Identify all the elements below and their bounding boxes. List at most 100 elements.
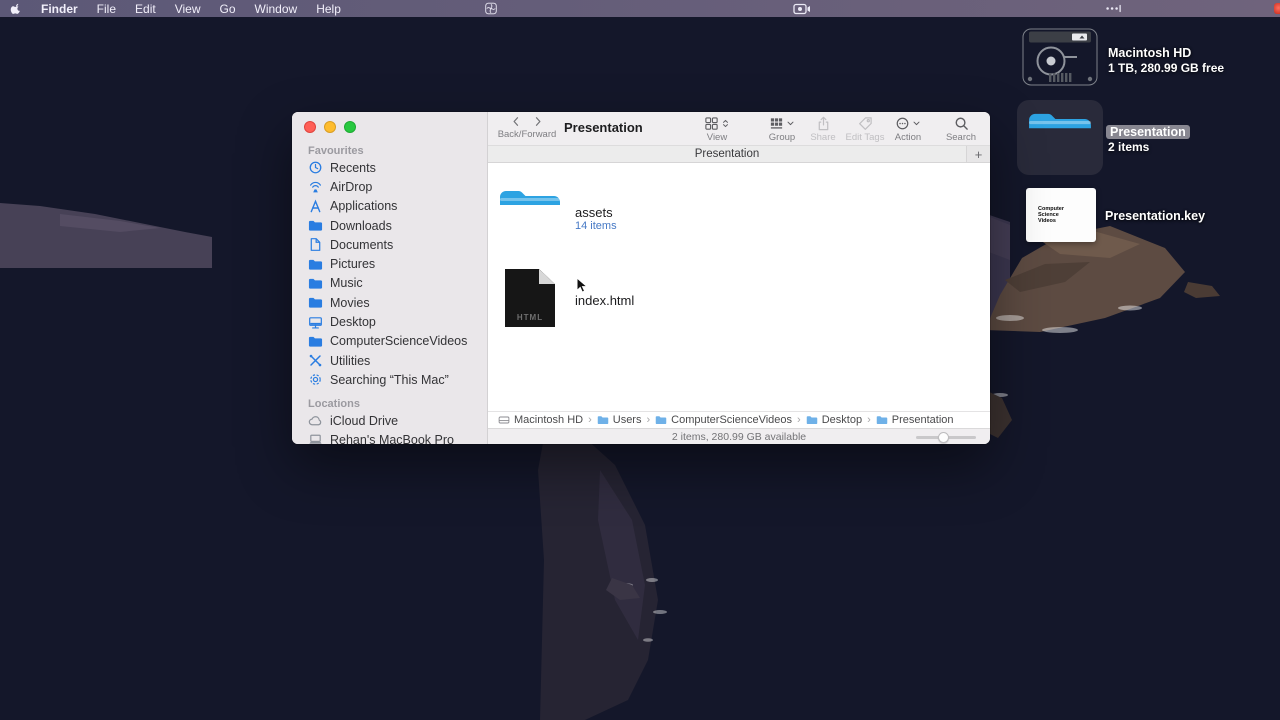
- sidebar-section-locations: Locations: [308, 398, 360, 410]
- utilities-icon: [308, 353, 323, 368]
- status-bar: 2 items, 280.99 GB available: [488, 428, 990, 444]
- group-label: Group: [768, 132, 796, 143]
- back-button[interactable]: [510, 115, 522, 128]
- sidebar-item-label: Rehan's MacBook Pro: [330, 432, 454, 444]
- sidebar-item-applications[interactable]: Applications: [300, 197, 483, 216]
- status-text: 2 items, 280.99 GB available: [671, 431, 807, 443]
- red-app-menu-icon[interactable]: [1273, 3, 1280, 14]
- sidebar-item-label: Searching “This Mac”: [330, 372, 449, 387]
- menu-help[interactable]: Help: [316, 2, 341, 16]
- tag-icon: [858, 116, 873, 131]
- presentation-folder-label[interactable]: Presentation: [1106, 125, 1190, 139]
- menu-window[interactable]: Window: [255, 2, 298, 16]
- tab-bar: Presentation +: [488, 146, 990, 163]
- window-title: Presentation: [564, 120, 643, 135]
- close-button[interactable]: [304, 121, 316, 133]
- zoom-button[interactable]: [344, 121, 356, 133]
- finder-toolbar: Back/Forward Presentation View Group Sha…: [488, 112, 990, 146]
- document-icon: [308, 237, 323, 252]
- sidebar-item-utilities[interactable]: Utilities: [300, 351, 483, 370]
- path-segment-macintosh-hd[interactable]: Macintosh HD: [514, 414, 583, 426]
- menu-file[interactable]: File: [97, 2, 116, 16]
- path-segment-users[interactable]: Users: [613, 414, 642, 426]
- share-label: Share: [810, 132, 836, 143]
- sidebar-item-label: ComputerScienceVideos: [330, 334, 468, 349]
- screen-record-icon[interactable]: [652, 3, 952, 15]
- zoom-slider[interactable]: [916, 432, 976, 443]
- folder-icon: [308, 218, 323, 233]
- sidebar-item-label: Applications: [330, 199, 398, 214]
- laptop-icon: [308, 432, 323, 444]
- index-html-file-icon[interactable]: HTML: [505, 269, 555, 327]
- sidebar-item-icloud-drive[interactable]: iCloud Drive: [300, 411, 483, 430]
- folder-icon: [308, 276, 323, 291]
- input-dots-icon[interactable]: [963, 4, 1263, 13]
- sidebar-item-airdrop[interactable]: AirDrop: [300, 177, 483, 196]
- sidebar-item-label: Pictures: [330, 257, 376, 272]
- menu-edit[interactable]: Edit: [135, 2, 156, 16]
- sidebar-item-rehans-macbook-pro[interactable]: Rehan's MacBook Pro: [300, 430, 483, 444]
- macintosh-hd-icon[interactable]: [1022, 28, 1098, 86]
- presentation-folder-icon[interactable]: [1027, 109, 1093, 164]
- share-icon: [816, 116, 831, 131]
- sidebar-item-label: iCloud Drive: [330, 413, 399, 428]
- sidebar-item-computersciencevideos[interactable]: ComputerScienceVideos: [300, 332, 483, 351]
- path-separator: ›: [646, 414, 651, 426]
- assets-folder-icon[interactable]: [498, 187, 562, 239]
- folder-icon: [308, 334, 323, 349]
- folder-icon: [308, 257, 323, 272]
- desktop-icon: [308, 315, 323, 330]
- new-tab-button[interactable]: +: [966, 146, 990, 162]
- group-grid-icon: [769, 116, 784, 131]
- sidebar-item-pictures[interactable]: Pictures: [300, 254, 483, 273]
- path-segment-computersciencevideos[interactable]: ComputerScienceVideos: [671, 414, 792, 426]
- sidebar-item-documents[interactable]: Documents: [300, 235, 483, 254]
- pinwheel-menu-icon[interactable]: [341, 2, 641, 15]
- sidebar-item-label: Downloads: [330, 218, 392, 233]
- search-label: Search: [945, 132, 977, 143]
- path-segment-desktop[interactable]: Desktop: [822, 414, 862, 426]
- sidebar-item-music[interactable]: Music: [300, 274, 483, 293]
- action-button[interactable]: Action: [886, 115, 930, 143]
- assets-folder-info: 14 items: [575, 220, 617, 232]
- menu-go[interactable]: Go: [220, 2, 236, 16]
- sidebar-item-searching-this-mac[interactable]: Searching “This Mac”: [300, 370, 483, 389]
- keynote-thumbnail-text: Computer Science Videos: [1038, 206, 1064, 224]
- path-segment-presentation[interactable]: Presentation: [892, 414, 954, 426]
- menu-finder[interactable]: Finder: [41, 2, 78, 16]
- search-button[interactable]: Search: [940, 115, 982, 143]
- assets-folder-label[interactable]: assets: [575, 205, 613, 220]
- apple-icon: [10, 2, 22, 16]
- sidebar-section-favourites: Favourites: [308, 145, 364, 157]
- path-bar: Macintosh HD › Users › ComputerScienceVi…: [488, 411, 990, 428]
- forward-button[interactable]: [532, 115, 544, 128]
- minimize-button[interactable]: [324, 121, 336, 133]
- file-list[interactable]: assets 14 items HTML index.html: [488, 163, 990, 411]
- sidebar-favourites-list: Recents AirDrop Applications Downloads D…: [300, 158, 483, 390]
- presentation-key-label[interactable]: Presentation.key: [1105, 209, 1205, 223]
- sidebar-item-label: Music: [330, 276, 363, 291]
- view-label: View: [706, 132, 728, 143]
- sidebar-item-label: Recents: [330, 160, 376, 175]
- macintosh-hd-label[interactable]: Macintosh HD: [1108, 46, 1191, 60]
- html-badge: HTML: [516, 313, 544, 322]
- index-html-label[interactable]: index.html: [575, 293, 634, 308]
- chevron-down-icon: [912, 119, 921, 128]
- folder-icon: [308, 295, 323, 310]
- back-forward-label: Back/Forward: [497, 129, 557, 140]
- zoom-slider-knob[interactable]: [938, 432, 949, 443]
- menu-view[interactable]: View: [175, 2, 201, 16]
- group-button[interactable]: Group: [760, 115, 804, 143]
- presentation-key-icon[interactable]: Computer Science Videos: [1026, 188, 1096, 242]
- chevron-down-icon: [786, 119, 795, 128]
- view-button[interactable]: View: [694, 115, 740, 143]
- sidebar-item-downloads[interactable]: Downloads: [300, 216, 483, 235]
- drive-icon: [498, 414, 510, 426]
- tab-presentation[interactable]: Presentation: [488, 148, 966, 160]
- apple-menu[interactable]: [10, 1, 22, 16]
- sidebar-item-movies[interactable]: Movies: [300, 293, 483, 312]
- sidebar-item-recents[interactable]: Recents: [300, 158, 483, 177]
- sidebar-item-desktop[interactable]: Desktop: [300, 312, 483, 331]
- up-down-chevron-icon: [721, 119, 730, 128]
- macintosh-hd-info: 1 TB, 280.99 GB free: [1108, 61, 1225, 75]
